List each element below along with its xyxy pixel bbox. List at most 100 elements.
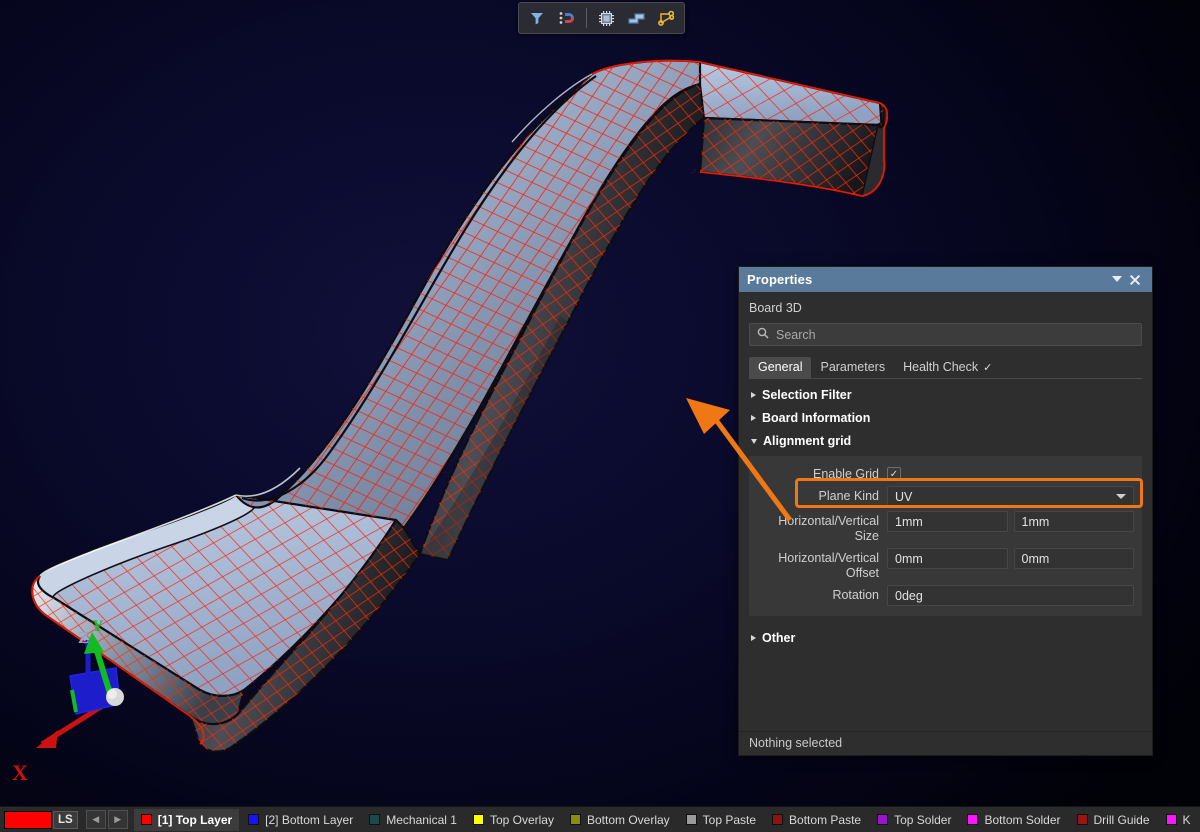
section-other[interactable]: Other — [749, 622, 1142, 645]
layer-color-swatch — [569, 814, 581, 825]
search-field[interactable] — [749, 323, 1142, 346]
hv-offset-fields: 0mm 0mm — [887, 548, 1134, 569]
selection-status-text: Nothing selected — [739, 731, 1152, 755]
rotation-input[interactable]: 0deg — [887, 585, 1134, 606]
layer-tab[interactable]: Bottom Overlay — [563, 809, 677, 831]
hv-offset-horizontal-input[interactable]: 0mm — [887, 548, 1008, 569]
search-input[interactable] — [776, 327, 1134, 342]
close-icon[interactable] — [1126, 271, 1144, 289]
rotation-label: Rotation — [832, 588, 879, 602]
layer-name: Top Paste — [702, 812, 757, 827]
layer-name: [2] Bottom Layer — [265, 812, 354, 827]
enable-grid-checkbox[interactable]: ✓ — [887, 467, 901, 481]
layer-tab[interactable]: Top Overlay — [466, 809, 561, 831]
layer-tab[interactable]: Bottom Paste — [765, 809, 868, 831]
layer-color-swatch — [685, 814, 697, 825]
layer-tab[interactable]: Top Paste — [679, 809, 763, 831]
checkmark-icon: ✓ — [889, 468, 899, 480]
hv-size-fields: 1mm 1mm — [887, 511, 1134, 532]
section-alignment-grid[interactable]: Alignment grid — [749, 425, 1142, 448]
plane-kind-label: Plane Kind — [818, 489, 879, 503]
layer-name: Top Overlay — [489, 812, 554, 827]
section-board-information[interactable]: Board Information — [749, 402, 1142, 425]
object-type-label: Board 3D — [749, 301, 802, 315]
axis-label-x: X — [12, 760, 28, 785]
layer-tab[interactable]: Bottom Solder — [960, 809, 1067, 831]
application-window: X Y Z Properties Board 3D Search General… — [0, 0, 1200, 832]
view-toolbar — [518, 2, 685, 34]
plane-kind-field: UV — [887, 486, 1134, 507]
tab-parameters[interactable]: Parameters — [811, 357, 894, 378]
section-board-information-label: Board Information — [762, 411, 871, 425]
layer-color-swatch — [472, 814, 484, 825]
chevron-down-icon — [1116, 494, 1126, 499]
chevron-right-icon — [751, 392, 756, 398]
net-route-icon[interactable] — [652, 5, 680, 31]
magnet-icon[interactable] — [553, 5, 581, 31]
hv-size-vertical-input[interactable]: 1mm — [1013, 511, 1134, 532]
hv-size-horizontal-value: 1mm — [895, 514, 923, 529]
panel-title-text: Properties — [747, 272, 813, 287]
tab-general[interactable]: General — [749, 357, 812, 378]
axis-label-z: Z — [78, 628, 90, 647]
section-alignment-grid-label: Alignment grid — [763, 434, 852, 448]
rotation-field: 0deg — [887, 585, 1134, 606]
current-layer-color-swatch[interactable] — [4, 810, 52, 829]
layer-set-button[interactable]: LS — [53, 810, 78, 829]
layer-color-swatch — [967, 814, 979, 825]
chevron-down-icon — [751, 438, 757, 444]
tab-general-label: General — [758, 360, 803, 374]
previous-layer-button[interactable]: ◀ — [85, 810, 106, 829]
properties-tabs: General Parameters Health Check ✓ — [749, 357, 1142, 379]
chevron-right-icon — [751, 635, 756, 641]
alignment-grid-fields: Enable Grid ✓ Plane Kind UV Horizontal/V… — [749, 456, 1143, 616]
layer-tab[interactable]: Top Solder — [870, 809, 958, 831]
hv-size-horizontal-input[interactable]: 1mm — [887, 511, 1008, 532]
layer-color-swatch — [1165, 814, 1177, 825]
polygon-icon[interactable] — [622, 5, 650, 31]
layer-tab-list: [1] Top Layer [2] Bottom Layer Mechanical … — [133, 808, 1198, 831]
filter-icon[interactable] — [523, 5, 551, 31]
layer-name: K — [1182, 812, 1191, 827]
chevron-down-icon[interactable] — [1108, 271, 1126, 289]
section-selection-filter-label: Selection Filter — [762, 388, 852, 402]
component-icon[interactable] — [592, 5, 620, 31]
layer-name: Top Solder — [894, 812, 952, 827]
section-other-label: Other — [762, 631, 796, 645]
plane-kind-dropdown[interactable]: UV — [887, 486, 1134, 507]
hv-offset-vertical-input[interactable]: 0mm — [1013, 548, 1134, 569]
layer-name: Bottom Paste — [789, 812, 862, 827]
axis-label-y: Y — [92, 618, 104, 635]
row-hv-size: Horizontal/Vertical Size 1mm 1mm — [757, 511, 1134, 544]
layer-tab[interactable]: [1] Top Layer — [133, 808, 240, 831]
layer-tab[interactable]: [2] Bottom Layer — [241, 809, 360, 831]
next-layer-button[interactable]: ▶ — [107, 810, 128, 829]
layer-nav-group: ◀ ▶ — [85, 810, 128, 829]
layer-color-swatch — [1076, 814, 1088, 825]
hv-offset-label: Horizontal/Vertical Offset — [778, 551, 879, 580]
plane-kind-value: UV — [895, 489, 913, 504]
layer-bar: LS ◀ ▶ [1] Top Layer [2] Bottom Layer Mech… — [0, 806, 1200, 832]
section-selection-filter[interactable]: Selection Filter — [749, 379, 1142, 402]
layer-tab[interactable]: Mechanical 1 — [362, 809, 464, 831]
row-rotation: Rotation 0deg — [757, 585, 1134, 606]
enable-grid-field: ✓ — [887, 464, 1134, 481]
layer-color-swatch — [772, 814, 784, 825]
tab-health-check[interactable]: Health Check ✓ — [894, 357, 1001, 378]
layer-tab[interactable]: Drill Guide — [1070, 809, 1157, 831]
hv-size-vertical-value: 1mm — [1021, 514, 1050, 529]
properties-panel-titlebar[interactable]: Properties — [739, 267, 1152, 292]
health-check-ok-icon: ✓ — [983, 361, 993, 374]
layer-name: Drill Guide — [1093, 812, 1150, 827]
hv-offset-vertical-value: 0mm — [1021, 551, 1050, 566]
row-plane-kind: Plane Kind UV — [757, 486, 1134, 507]
tab-parameters-label: Parameters — [820, 360, 886, 374]
layer-color-swatch — [140, 814, 152, 825]
rotation-value: 0deg — [895, 588, 923, 603]
row-enable-grid: Enable Grid ✓ — [757, 464, 1134, 482]
layer-tab[interactable]: K — [1159, 809, 1198, 831]
enable-grid-label: Enable Grid — [812, 467, 879, 481]
layer-name: [1] Top Layer — [157, 812, 233, 827]
properties-panel: Properties Board 3D General Parameters — [738, 266, 1153, 756]
layer-name: Mechanical 1 — [386, 812, 457, 827]
